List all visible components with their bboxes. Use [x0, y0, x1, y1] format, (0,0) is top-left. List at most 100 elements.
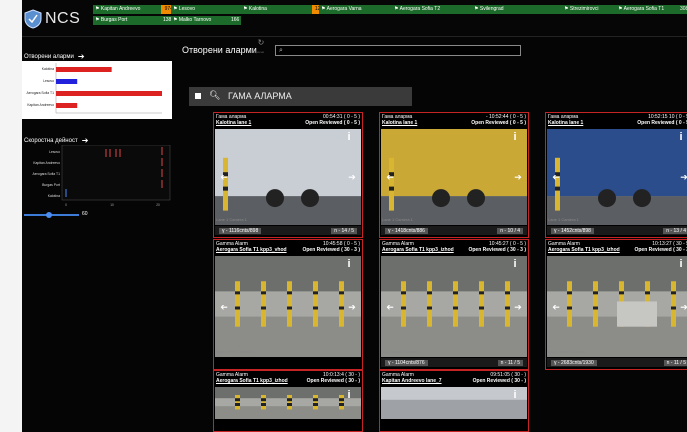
chart-tick-label: 0	[65, 203, 67, 207]
neutron-reading: n - 13 / 4	[663, 227, 687, 234]
alarm-status: Open Reviewed ( 0 - 5 )	[471, 120, 526, 126]
chart-category-label: Kapitan Andreevo	[27, 103, 54, 107]
arrow-left-icon[interactable]: ➔	[550, 171, 562, 183]
ticker-item[interactable]: Malko Tarnovo166	[171, 16, 241, 25]
chart-bar[interactable]	[56, 91, 162, 96]
ticker-count: 166	[229, 16, 241, 25]
open-alarms-section-title[interactable]: Отворени аларми ➔	[24, 52, 85, 61]
ticker-item[interactable]: Kalotina1201	[241, 5, 328, 14]
alarm-card[interactable]: Гама аларма10:52:15 10 ( 0 - 5 )Kalotina…	[545, 112, 687, 238]
speed-activity-section-title[interactable]: Скоростна дейност ➔	[24, 136, 88, 145]
arrow-left-icon[interactable]: ➔	[550, 301, 562, 313]
alarm-card-subheader: Kalotina lane 1 Open Reviewed ( 0 - 5 )	[548, 120, 687, 126]
sidebar: Отворени аларми ➔ Kalotina Lesovo Aerogara…	[22, 40, 172, 432]
alarm-location-link[interactable]: Kalotina lane 1	[548, 120, 583, 126]
arrow-right-icon[interactable]: ➔	[346, 301, 358, 313]
alarm-card-footer: γ - 1116cnts/898 n - 14 / 5	[215, 226, 361, 235]
neutron-reading: n - 14 / 5	[331, 227, 357, 234]
info-icon[interactable]: i	[506, 389, 524, 403]
stop-icon[interactable]	[195, 93, 201, 99]
info-icon[interactable]: i	[340, 131, 358, 145]
arrow-right-icon[interactable]: ➔	[512, 301, 524, 313]
arrow-left-icon[interactable]: ➔	[384, 171, 396, 183]
camera-caption: Lane 1 Camera 1	[216, 217, 247, 222]
alarm-card[interactable]: Гама аларма 00:54:31 ( 0 - 5 ) Kalotina la…	[213, 112, 363, 238]
arrow-right-icon[interactable]: ➔	[512, 171, 524, 183]
alarm-status: Open Reviewed ( 30 - 3 )	[302, 247, 360, 253]
alarm-location-link[interactable]: Aerogara Sofia T1 kpp3_izhod	[382, 247, 454, 253]
chart-category-label: Kalotina	[48, 194, 60, 198]
gamma-reading: γ - 1418cnts/886	[385, 227, 428, 234]
slider-knob[interactable]	[46, 212, 52, 218]
chart-category-label: Lesovo	[49, 150, 60, 154]
alarm-card[interactable]: Gamma Alarm 09:51:05 ( 30 - ) Kapitan Andr…	[379, 370, 529, 432]
open-alarms-bar-chart: Kalotina Lesovo Aerogara Sofia T1 Kapitan A…	[27, 63, 162, 114]
search-input[interactable]: ⌕	[275, 45, 521, 56]
alarm-location-link[interactable]: Kalotina lane 1	[382, 120, 417, 126]
alarm-card[interactable]: Gamma Alarm 10:45:27 ( 0 - 5 ) Aerogara So…	[379, 239, 529, 370]
refresh-label[interactable]: Опресни	[252, 50, 264, 54]
alarm-card-subheader: Aerogara Sofia T1 kpp3_izhod Open Reviewe…	[548, 247, 687, 253]
alarm-card[interactable]: Gamma Alarm 10:0:13:4 ( 30 - ) Aerogara So…	[213, 370, 363, 432]
alarm-card-subheader: Aerogara Sofia T1 kpp3_izhod Open Reviewe…	[382, 247, 526, 253]
alarm-location-link[interactable]: Kapitan Andreevo lane_7	[382, 378, 442, 384]
speed-activity-chart: Lesovo Kapitan Andreevo Aerogara Sofia T1 B…	[33, 145, 171, 207]
ticker-site-name: Burgas Port	[93, 16, 161, 25]
alarm-location-link[interactable]: Aerogara Sofia T1 kpp3_vhod	[216, 247, 287, 253]
alarm-card-subheader: Aerogara Sofia T1 kpp3_izhod Open Reviewe…	[216, 378, 360, 384]
info-icon[interactable]: i	[340, 389, 358, 403]
arrow-right-icon[interactable]: ➔	[346, 171, 358, 183]
arrow-left-icon[interactable]: ➔	[384, 301, 396, 313]
alarm-card[interactable]: Gamma Alarm 10:45:58 ( 0 - 5 ) Aerogara So…	[213, 239, 363, 370]
ticker-item[interactable]: Aerogara Sofia T13082	[616, 5, 687, 14]
arrow-right-icon[interactable]: ➔	[82, 136, 89, 145]
app-logo-text: NCS	[45, 10, 81, 27]
camera-snapshot[interactable]	[547, 256, 687, 357]
info-icon[interactable]: i	[672, 131, 687, 145]
ticker-site-name: Lesovo	[171, 5, 245, 14]
alarm-group-title: ГАМА АЛАРМА	[228, 91, 292, 101]
gamma-reading: γ - 2683cnts/1930	[551, 359, 597, 366]
alarm-card-footer: γ - 1418cnts/886 n - 10 / 4	[381, 226, 527, 235]
arrow-left-icon[interactable]: ➔	[218, 301, 230, 313]
arrow-right-icon[interactable]: ➔	[678, 301, 687, 313]
chart-category-label: Kalotina	[42, 67, 54, 71]
info-icon[interactable]: i	[672, 258, 687, 272]
arrow-left-icon[interactable]: ➔	[218, 171, 230, 183]
ticker-item[interactable]: Kapitan Andreevo974	[93, 5, 175, 14]
camera-snapshot[interactable]	[547, 129, 687, 225]
ticker-site-name: Kalotina	[241, 5, 312, 14]
alarm-card-subheader: Kalotina lane 1 Open Reviewed ( 0 - 5 )	[216, 120, 360, 126]
alarm-card-footer: γ - 1452cnts/898 n - 13 / 4	[547, 226, 687, 235]
alarm-card-subheader: Kapitan Andreevo lane_7 Open Reviewed ( 3…	[382, 378, 526, 384]
chart-bar[interactable]	[56, 67, 112, 72]
chart-tick-label: 10	[110, 203, 114, 207]
arrow-right-icon[interactable]: ➔	[678, 171, 687, 183]
chart-bar[interactable]	[56, 103, 78, 108]
alarm-card[interactable]: Gamma Alarm10:13:27 ( 30 - 5 )Aerogara S…	[545, 239, 687, 370]
alarm-location-link[interactable]: Aerogara Sofia T1 kpp3_izhod	[216, 378, 288, 384]
zoom-icon[interactable]: 🔍︎	[209, 90, 220, 101]
time-slider[interactable]: 60	[24, 211, 88, 218]
chart-bar[interactable]	[56, 79, 78, 84]
neutron-reading: n - 10 / 4	[497, 227, 523, 234]
info-icon[interactable]: i	[340, 258, 358, 272]
alarm-card-footer: γ - 1104cnts/876 n - 11 / 5	[381, 358, 527, 367]
slider-value: 60	[82, 211, 88, 217]
info-icon[interactable]: i	[506, 258, 524, 272]
chart-category-label: Lesovo	[43, 79, 54, 83]
ticker-count: 3082	[678, 5, 687, 14]
ticker-item[interactable]: Svilengrad12	[472, 5, 571, 14]
alarm-location-link[interactable]: Kalotina lane 1	[216, 120, 251, 126]
alarm-location-link[interactable]: Aerogara Sofia T1 kpp3_izhod	[548, 247, 620, 253]
chart-category-label: Kapitan Andreevo	[33, 161, 60, 165]
gamma-reading: γ - 1104cnts/876	[385, 359, 428, 366]
arrow-right-icon[interactable]: ➔	[78, 52, 85, 61]
chart-category-label: Aerogara Sofia T1	[33, 172, 61, 176]
ticker-item[interactable]: Burgas Port1385	[93, 16, 175, 25]
alarm-status: Open Reviewed ( 30 - )	[306, 378, 360, 384]
info-icon[interactable]: i	[506, 131, 524, 145]
refresh-icon[interactable]: ↻	[254, 38, 268, 47]
alarm-card[interactable]: Гама аларма - 10:52:44 ( 0 - 5 ) Kalotina …	[379, 112, 529, 238]
camera-caption: kpp3_izhod Camera 1	[548, 349, 588, 354]
